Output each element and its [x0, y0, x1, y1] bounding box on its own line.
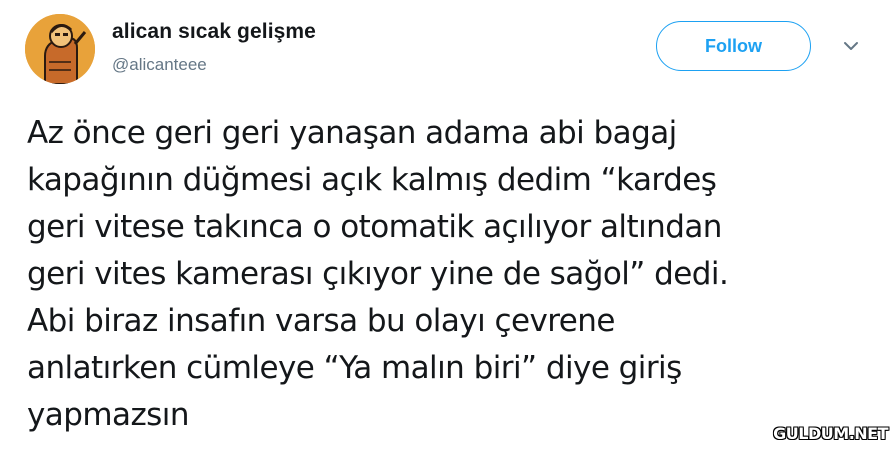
- tweet-text: Az önce geri geri yanaşan adama abi baga…: [27, 115, 729, 433]
- author-handle[interactable]: @alicanteee: [112, 55, 207, 75]
- avatar-illustration: [25, 14, 95, 84]
- chevron-down-icon[interactable]: [840, 38, 862, 54]
- avatar[interactable]: [25, 14, 95, 84]
- follow-button[interactable]: Follow: [656, 21, 811, 71]
- watermark-logo: GULDUM.NET: [773, 424, 888, 443]
- author-display-name[interactable]: alican sıcak gelişme: [112, 20, 316, 44]
